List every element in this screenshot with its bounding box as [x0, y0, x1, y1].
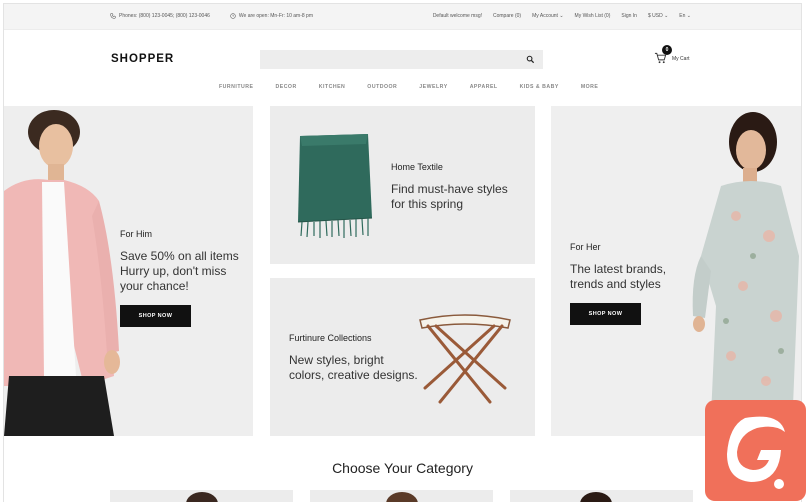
nav-item-jewelry[interactable]: JEWELRY — [419, 84, 447, 90]
nav-item-decor[interactable]: DECOR — [275, 84, 296, 90]
nav-item-outdoor[interactable]: OUTDOOR — [367, 84, 397, 90]
banner-home-textile[interactable]: Home Textile Find must-have styles for t… — [270, 106, 535, 264]
banner-for-him[interactable]: For Him Save 50% on all items Hurry up, … — [4, 106, 253, 436]
category-2-image — [386, 492, 418, 502]
nav-item-furniture[interactable]: FURNITURE — [219, 84, 253, 90]
category-3-image — [580, 492, 612, 502]
chevron-down-icon: ⌄ — [559, 13, 564, 19]
phones-info: Phones: (800) 123-0045; (800) 123-0046 — [110, 13, 210, 19]
shop-now-him-button[interactable]: SHOP NOW — [120, 305, 191, 327]
language-dropdown[interactable]: En ⌄ — [679, 13, 691, 19]
hours-text: We are open: Mn-Fr: 10 am-8 pm — [238, 13, 314, 19]
category-1-image — [186, 492, 218, 502]
top-links: Default welcome msg! Compare (0) My Acco… — [433, 13, 691, 19]
search-bar — [260, 50, 543, 72]
banner-him-line2: Hurry up, don't miss — [120, 264, 227, 278]
nav-item-kids-baby[interactable]: KIDS & BABY — [520, 84, 559, 90]
sign-in-link[interactable]: Sign In — [621, 13, 637, 19]
brand-logo-badge — [705, 400, 806, 501]
banner-her-line1: The latest brands, — [570, 262, 667, 276]
banner-textile-line1: Find must-have styles — [391, 182, 508, 196]
banner-him-line3: your chance! — [120, 279, 189, 293]
page-frame: Phones: (800) 123-0045; (800) 123-0046 W… — [3, 3, 802, 502]
nav-item-apparel[interactable]: APPAREL — [470, 84, 498, 90]
chevron-down-icon: ⌄ — [664, 13, 669, 19]
female-model-image — [692, 112, 799, 416]
compare-link[interactable]: Compare (0) — [493, 13, 521, 19]
cart-label: My Cart — [672, 56, 690, 62]
banner-textile-subtitle: Home Textile — [391, 162, 443, 172]
banner-her-title: The latest brands, trends and styles — [570, 262, 666, 292]
nav-item-more[interactable]: MORE — [581, 84, 599, 90]
nav-item-kitchen[interactable]: KITCHEN — [319, 84, 346, 90]
search-input[interactable] — [260, 52, 520, 72]
hours-info: We are open: Mn-Fr: 10 am-8 pm — [230, 13, 313, 19]
banner-him-subtitle: For Him — [120, 229, 152, 239]
wishlist-link[interactable]: My Wish List (0) — [575, 13, 611, 19]
category-thumb-2[interactable] — [310, 490, 493, 502]
category-section-title: Choose Your Category — [332, 460, 473, 476]
language-label: En — [679, 13, 686, 19]
banner-him-line1: Save 50% on all items — [120, 249, 239, 263]
male-model-image — [4, 110, 120, 436]
shop-now-her-button[interactable]: SHOP NOW — [570, 303, 641, 325]
my-account-label: My Account — [532, 13, 558, 19]
top-bar: Phones: (800) 123-0045; (800) 123-0046 W… — [4, 4, 801, 30]
contact-info: Phones: (800) 123-0045; (800) 123-0046 W… — [110, 13, 313, 19]
search-icon[interactable] — [526, 55, 535, 64]
banner-furniture-title: New styles, bright colors, creative desi… — [289, 353, 418, 383]
main-navigation: FURNITURE DECOR KITCHEN OUTDOOR JEWELRY … — [219, 84, 620, 90]
mini-cart[interactable]: 0 My Cart — [654, 45, 704, 68]
site-logo[interactable]: SHOPPER — [111, 53, 174, 65]
chevron-down-icon: ⌄ — [686, 13, 691, 19]
banner-furniture-line1: New styles, bright — [289, 353, 384, 367]
phones-text: Phones: (800) 123-0045; (800) 123-0046 — [119, 13, 210, 19]
category-thumb-3[interactable] — [510, 490, 693, 502]
banner-her-subtitle: For Her — [570, 242, 601, 252]
textile-image — [297, 134, 373, 238]
phone-icon — [110, 13, 116, 19]
clock-icon — [230, 13, 236, 19]
banner-furniture-line2: colors, creative designs. — [289, 368, 418, 382]
banner-textile-title: Find must-have styles for this spring — [391, 182, 508, 212]
banner-textile-line2: for this spring — [391, 197, 464, 211]
g-logo-icon — [727, 416, 785, 489]
welcome-message: Default welcome msg! — [432, 13, 482, 19]
my-account-dropdown[interactable]: My Account ⌄ — [532, 13, 563, 19]
banner-her-line2: trends and styles — [570, 277, 661, 291]
banner-him-title: Save 50% on all items Hurry up, don't mi… — [120, 249, 239, 294]
banner-furniture-collections[interactable]: Furtinure Collections New styles, bright… — [270, 278, 535, 436]
stool-image — [419, 314, 511, 404]
category-thumb-1[interactable] — [110, 490, 293, 502]
currency-label: $ USD — [647, 13, 663, 19]
banner-for-her[interactable]: For Her The latest brands, trends and st… — [551, 106, 801, 436]
cart-count-badge: 0 — [662, 45, 672, 55]
currency-dropdown[interactable]: $ USD ⌄ — [648, 13, 668, 19]
banner-furniture-subtitle: Furtinure Collections — [289, 333, 372, 343]
